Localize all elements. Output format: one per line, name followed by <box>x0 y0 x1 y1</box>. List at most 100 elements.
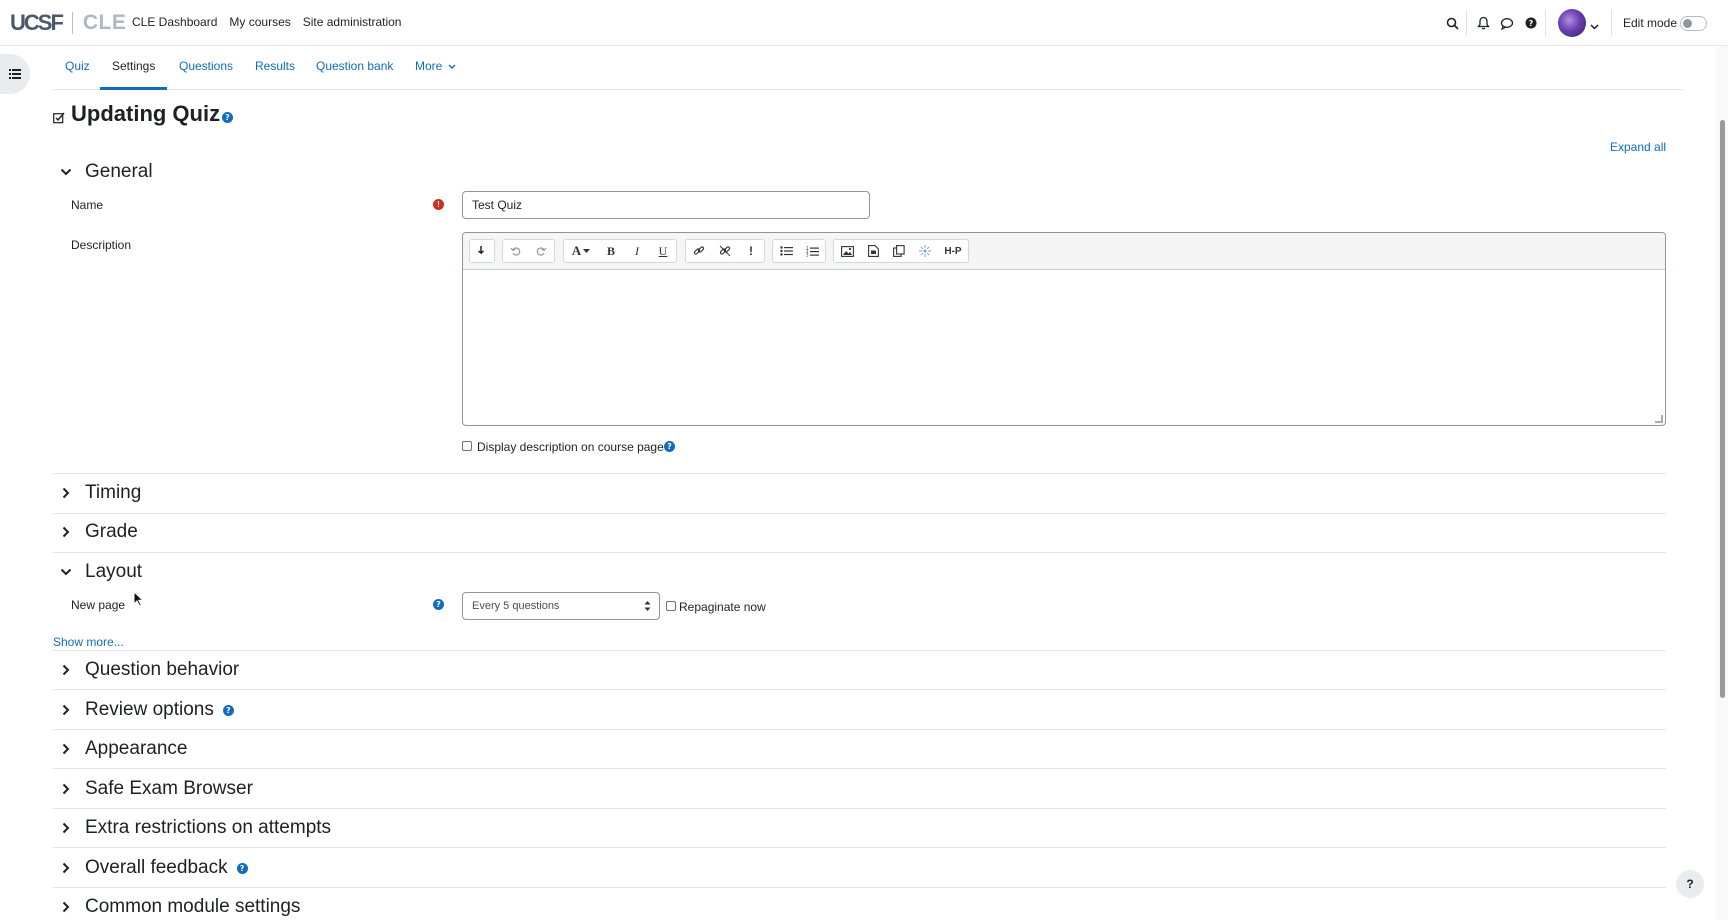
show-more-buttons-icon[interactable] <box>470 240 494 262</box>
section-timing-header[interactable]: Timing <box>58 479 141 507</box>
tab-results[interactable]: Results <box>255 46 295 90</box>
chevron-right-icon <box>58 485 74 501</box>
nav-divider <box>1466 10 1467 36</box>
section-appearance-title: Appearance <box>85 738 188 759</box>
help-icon[interactable]: ? <box>236 862 248 874</box>
edit-mode-label: Edit mode <box>1623 16 1678 30</box>
expand-all-link[interactable]: Expand all <box>1610 140 1666 154</box>
floating-help-button[interactable]: ? <box>1676 870 1704 898</box>
logo-separator <box>71 12 73 34</box>
ordered-list-icon[interactable]: 123 <box>799 240 825 262</box>
chevron-down-icon <box>58 564 74 580</box>
show-more-link[interactable]: Show more... <box>53 635 124 649</box>
manage-files-icon[interactable] <box>886 240 912 262</box>
course-index-toggle[interactable] <box>0 54 30 94</box>
description-label: Description <box>71 238 132 252</box>
help-icon[interactable]: ? <box>222 704 234 716</box>
nav-link-site-administration[interactable]: Site administration <box>303 15 402 29</box>
section-divider <box>53 473 1666 474</box>
section-divider <box>53 887 1666 888</box>
section-general-header[interactable]: General <box>58 158 153 186</box>
repaginate-checkbox[interactable] <box>666 601 676 611</box>
nav-link-my-courses[interactable]: My courses <box>229 15 290 29</box>
nav-divider <box>1545 10 1546 36</box>
section-general-title: General <box>85 161 153 182</box>
mouse-cursor-icon <box>133 590 145 612</box>
toolbar-group-toggle <box>469 239 495 263</box>
section-appearance-header[interactable]: Appearance <box>58 735 187 763</box>
nav-link-dashboard[interactable]: CLE Dashboard <box>132 15 217 29</box>
section-divider <box>53 847 1666 848</box>
bold-icon[interactable]: B <box>598 240 624 262</box>
section-question-behavior-header[interactable]: Question behavior <box>58 656 239 684</box>
help-icon[interactable]: ? <box>222 112 233 123</box>
chevron-right-icon <box>58 702 74 718</box>
section-divider <box>53 689 1666 690</box>
description-editor: A B I U ! 123 H-P <box>462 232 1666 426</box>
toolbar-group-media: H-P <box>833 239 969 263</box>
bell-icon[interactable] <box>1473 13 1493 33</box>
svg-text:3: 3 <box>806 252 809 257</box>
media-icon[interactable] <box>860 240 886 262</box>
unlink-icon[interactable] <box>712 240 738 262</box>
section-review-options-header[interactable]: Review options ? <box>58 696 234 724</box>
section-overall-feedback-header[interactable]: Overall feedback ? <box>58 854 248 882</box>
tab-questions[interactable]: Questions <box>179 46 233 90</box>
svg-text:?: ? <box>1529 19 1534 28</box>
search-icon[interactable] <box>1442 13 1462 33</box>
recordrtc-icon[interactable] <box>912 240 938 262</box>
section-overall-feedback-title: Overall feedback <box>85 857 228 878</box>
tab-question-bank[interactable]: Question bank <box>316 46 393 90</box>
h5p-icon[interactable]: H-P <box>938 240 968 262</box>
chevron-down-icon <box>448 64 456 69</box>
link-icon[interactable] <box>686 240 712 262</box>
name-label: Name <box>71 198 104 212</box>
list-icon <box>9 69 21 79</box>
chevron-right-icon <box>58 524 74 540</box>
user-avatar[interactable] <box>1558 9 1586 37</box>
section-layout-header[interactable]: Layout <box>58 558 142 586</box>
tab-settings[interactable]: Settings <box>100 46 168 90</box>
section-divider <box>53 552 1666 553</box>
unordered-list-icon[interactable] <box>773 240 799 262</box>
chat-icon[interactable] <box>1497 13 1517 33</box>
display-description-label: Display description on course page <box>477 440 664 454</box>
logo-cle-text: CLE <box>82 11 127 34</box>
section-common-module-settings-header[interactable]: Common module settings <box>58 893 300 920</box>
new-page-select[interactable]: Every 5 questions <box>462 592 660 620</box>
paragraph-styles-icon[interactable]: A <box>564 240 598 262</box>
description-textarea[interactable] <box>463 271 1665 425</box>
section-extra-restrictions-header[interactable]: Extra restrictions on attempts <box>58 814 331 842</box>
chevron-right-icon <box>58 899 74 915</box>
tab-more-label: More <box>415 59 443 73</box>
site-logo[interactable]: UCSF CLE <box>10 10 126 36</box>
logo-ucsf-text: UCSF <box>10 10 64 35</box>
primary-nav: CLE Dashboard My courses Site administra… <box>132 15 413 29</box>
italic-icon[interactable]: I <box>624 240 650 262</box>
toolbar-group-links: ! <box>685 239 765 263</box>
section-extra-restrictions-title: Extra restrictions on attempts <box>85 817 332 838</box>
chevron-right-icon <box>58 820 74 836</box>
help-icon[interactable]: ? <box>433 599 444 610</box>
tab-quiz[interactable]: Quiz <box>65 46 90 90</box>
help-icon[interactable]: ? <box>1521 13 1541 33</box>
image-icon[interactable] <box>834 240 860 262</box>
display-description-checkbox[interactable] <box>462 441 472 451</box>
accessibility-alert-icon[interactable]: ! <box>738 240 764 262</box>
redo-icon[interactable] <box>529 240 555 262</box>
chevron-down-icon[interactable] <box>1590 17 1599 35</box>
repaginate-label: Repaginate now <box>679 600 766 614</box>
edit-mode-toggle[interactable] <box>1680 16 1707 31</box>
scrollbar-thumb[interactable] <box>1720 120 1725 698</box>
section-common-module-settings-title: Common module settings <box>85 896 301 917</box>
name-input[interactable] <box>462 191 870 219</box>
page-title: Updating Quiz <box>71 101 221 126</box>
resize-handle[interactable] <box>1655 415 1663 423</box>
section-safe-exam-browser-header[interactable]: Safe Exam Browser <box>58 775 253 803</box>
undo-icon[interactable] <box>503 240 529 262</box>
underline-icon[interactable]: U <box>650 240 676 262</box>
tab-more[interactable]: More <box>415 46 456 90</box>
section-safe-exam-browser-title: Safe Exam Browser <box>85 778 253 799</box>
section-grade-header[interactable]: Grade <box>58 518 138 546</box>
help-icon[interactable]: ? <box>664 441 675 452</box>
